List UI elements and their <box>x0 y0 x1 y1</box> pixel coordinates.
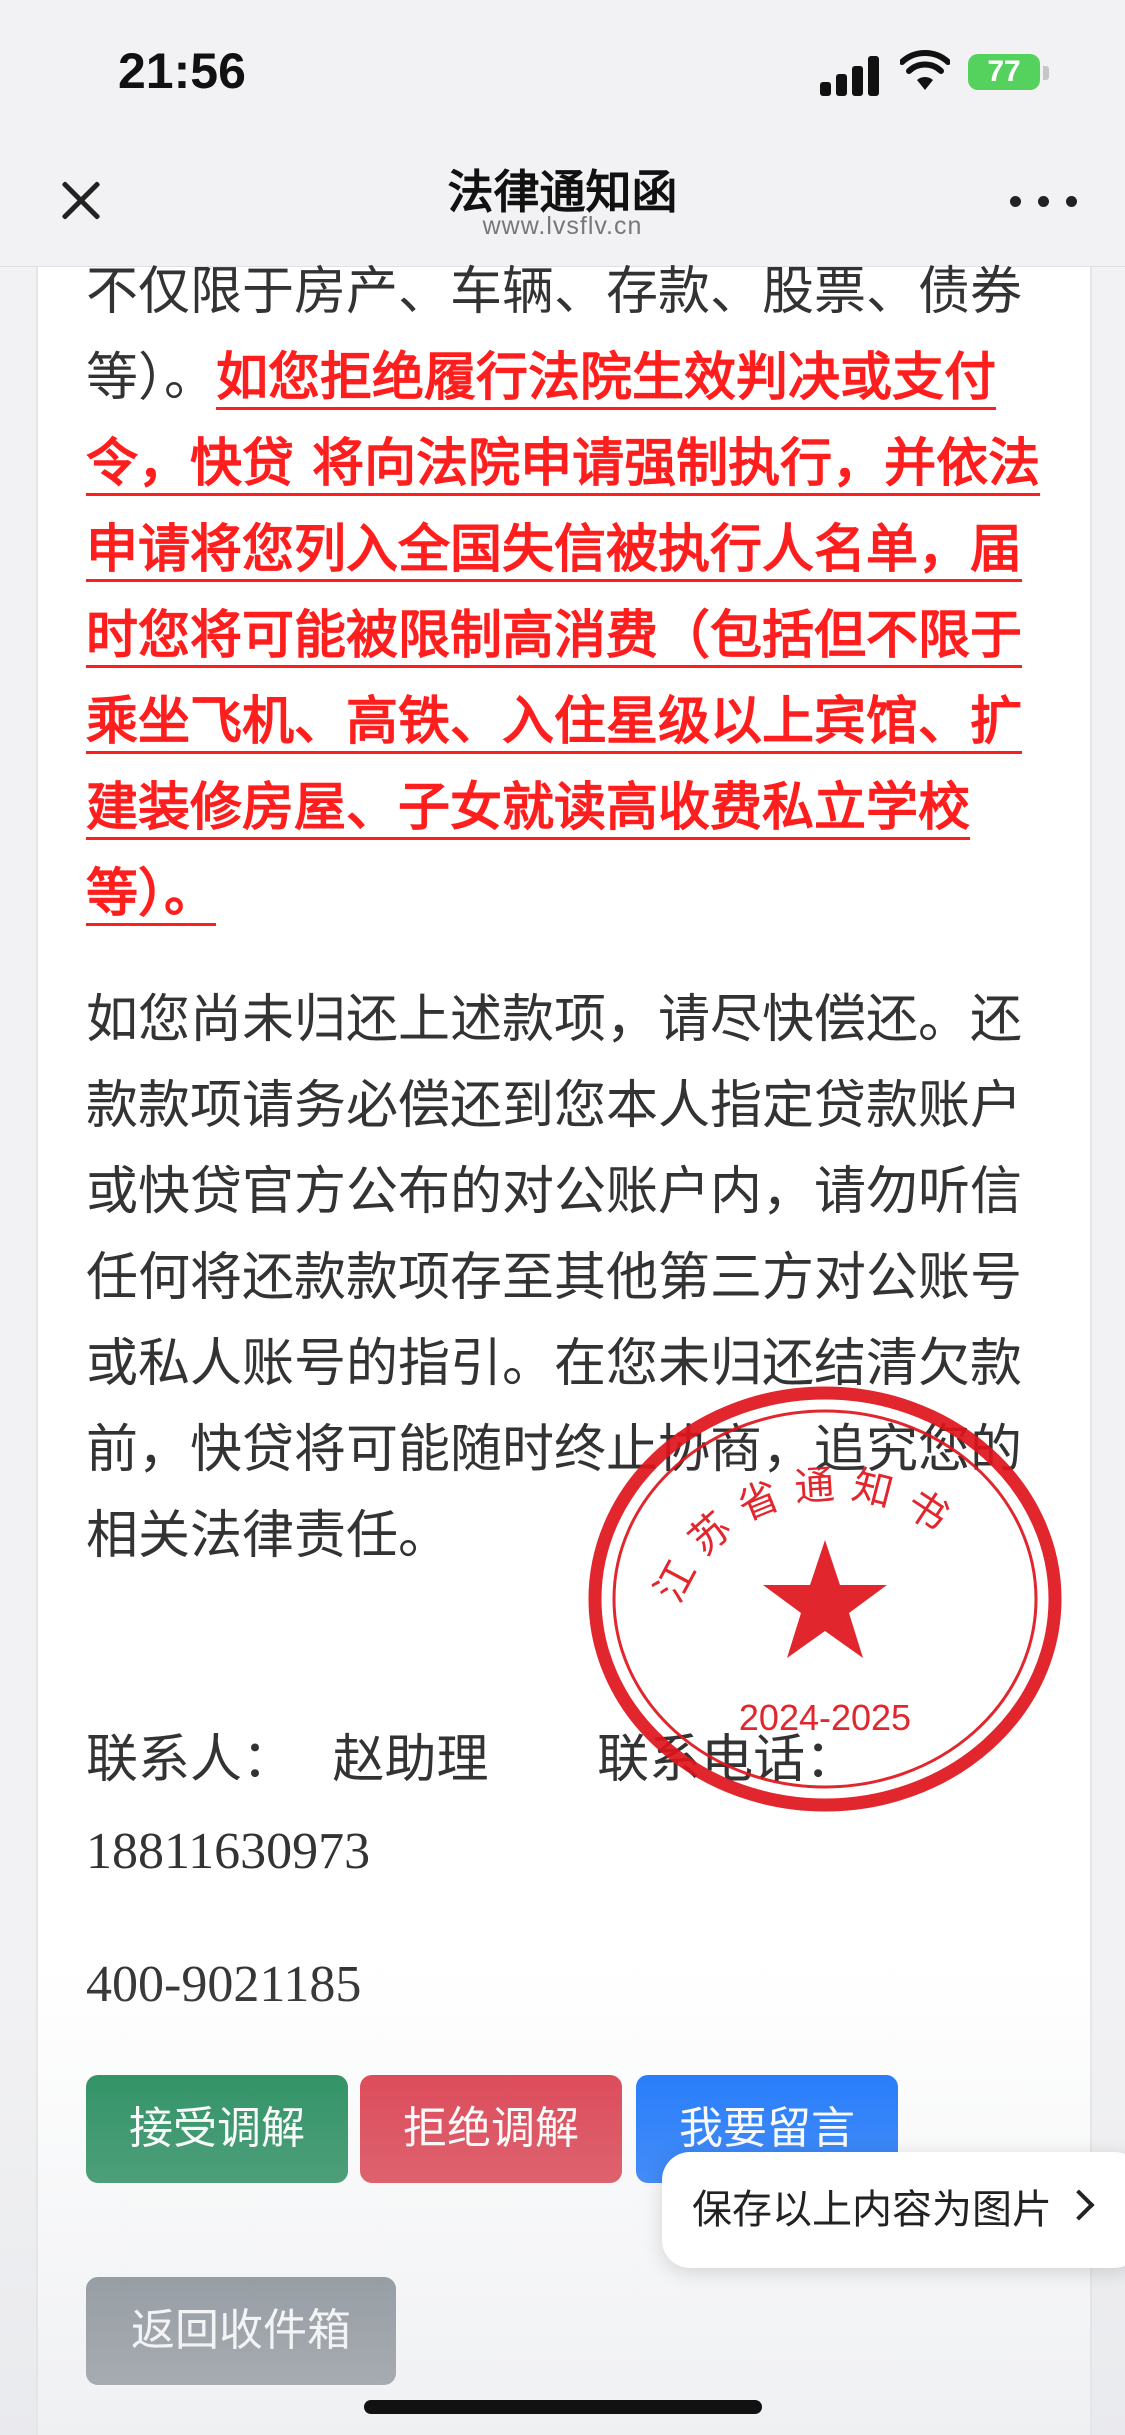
red-seal-stamp: 江苏省通知书 2024-2025 <box>588 1386 1062 1812</box>
contact-person-name: 赵助理 <box>332 1730 489 1790</box>
seal-star-icon <box>763 1540 887 1658</box>
letter-content: 不仅限于房产、车辆、存款、股票、债券等）。如您拒绝履行法院生效判决或支付令，快贷… <box>36 262 1092 2435</box>
page-url: www.lvsflv.cn <box>482 212 643 240</box>
accept-mediation-button[interactable]: 接受调解 <box>86 2075 348 2183</box>
save-as-image-button[interactable]: 保存以上内容为图片 <box>662 2152 1125 2268</box>
contact-phone[interactable]: 18811630973 <box>86 1822 370 1881</box>
wifi-icon <box>900 50 950 90</box>
battery-icon: 77 <box>968 54 1040 90</box>
warning-text: 如您拒绝履行法院生效判决或支付令，快贷 将向法院申请强制执行，并依法申请将您列入… <box>86 348 1041 924</box>
seal-year: 2024-2025 <box>739 1697 911 1738</box>
status-bar: 21:56 77 <box>0 0 1125 140</box>
home-indicator[interactable] <box>364 2400 762 2414</box>
battery-cap <box>1043 66 1049 80</box>
contact-person-label: 联系人： <box>86 1730 295 1790</box>
back-to-inbox-button[interactable]: 返回收件箱 <box>86 2277 396 2385</box>
more-options-icon[interactable] <box>1010 196 1080 212</box>
chevron-right-icon <box>1063 2189 1095 2221</box>
battery-level: 77 <box>987 55 1021 88</box>
status-time: 21:56 <box>118 43 246 99</box>
cellular-signal-icon <box>820 56 882 96</box>
contact-hotline[interactable]: 400-9021185 <box>86 1955 361 2014</box>
letter-paragraph-1: 不仅限于房产、车辆、存款、股票、债券等）。如您拒绝履行法院生效判决或支付令，快贷… <box>86 249 1066 937</box>
nav-bar: 法律通知函 www.lvsflv.cn <box>0 140 1125 267</box>
save-as-image-label: 保存以上内容为图片 <box>692 2187 1052 2233</box>
reject-mediation-button[interactable]: 拒绝调解 <box>360 2075 622 2183</box>
